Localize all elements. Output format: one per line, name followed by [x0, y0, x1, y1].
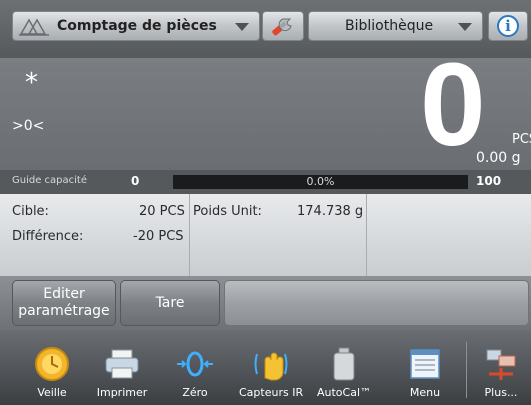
capacity-max: 100 — [476, 174, 502, 188]
difference-label: Différence: — [12, 229, 84, 244]
piece-weight-value: 174.738 g — [297, 204, 364, 219]
nav-zero-label: Zéro — [182, 386, 208, 399]
weight-display: * >0< 0 PCS 0.00 g — [0, 46, 531, 170]
bottom-navigation: Veille Imprimer Zéro Capteurs IR AutoCal… — [0, 330, 531, 405]
nav-more-label: Plus... — [484, 386, 518, 399]
target-label: Cible: — [12, 204, 49, 219]
capacity-guide-label: Guide capacité — [12, 175, 87, 186]
nav-zero[interactable]: Zéro — [163, 336, 227, 404]
edit-settings-label-line1: Editer — [43, 286, 85, 303]
zero-icon — [177, 351, 213, 377]
action-strip: Editer paramétrage Tare — [0, 276, 531, 330]
nav-autocal[interactable]: AutoCal™ — [312, 336, 376, 404]
nav-print-label: Imprimer — [96, 386, 148, 399]
capacity-bar: 0.0% — [173, 175, 468, 189]
nav-ir-sensors[interactable]: Capteurs IR — [239, 336, 303, 404]
nav-divider — [466, 342, 467, 398]
field-divider — [366, 194, 367, 276]
nav-standby[interactable]: Veille — [20, 336, 84, 404]
edit-settings-label: Editer paramétrage — [18, 286, 109, 320]
library-label: Bibliothèque — [345, 18, 434, 34]
nav-autocal-label: AutoCal™ — [316, 386, 372, 399]
ir-sensor-icon — [254, 352, 288, 381]
empty-action-slot — [224, 280, 529, 326]
stability-indicator: * — [25, 68, 38, 98]
nav-print[interactable]: Imprimer — [90, 336, 154, 404]
printer-icon — [105, 349, 139, 379]
standby-icon — [35, 347, 69, 381]
autocal-weight-icon — [333, 347, 355, 381]
reference-fields: Cible: 20 PCS Différence: -20 PCS Poids … — [0, 194, 531, 276]
tare-label: Tare — [155, 294, 185, 311]
nav-ir-sensors-label: Capteurs IR — [239, 386, 304, 399]
edit-settings-label-line2: paramétrage — [18, 303, 110, 319]
more-icon — [486, 349, 516, 380]
field-divider — [189, 194, 190, 276]
main-unit: PCS — [512, 132, 531, 147]
application-name: Comptage de pièces — [57, 18, 217, 34]
capacity-guide: Guide capacité 0 0.0% 100 — [0, 170, 531, 194]
library-selector[interactable]: Bibliothèque — [308, 11, 483, 41]
difference-value: -20 PCS — [133, 229, 184, 244]
target-value: 20 PCS — [139, 204, 185, 219]
tare-button[interactable]: Tare — [120, 280, 220, 326]
edit-settings-button[interactable]: Editer paramétrage — [12, 280, 116, 326]
parts-counting-icon — [19, 18, 49, 36]
center-of-zero-indicator: >0< — [12, 118, 45, 134]
nav-menu-label: Menu — [409, 386, 441, 399]
nav-standby-label: Veille — [37, 386, 67, 399]
wrench-icon — [272, 18, 292, 36]
main-reading: 0 — [420, 39, 486, 171]
nav-more[interactable]: Plus... — [469, 336, 531, 404]
info-button[interactable]: i — [488, 11, 528, 41]
menu-icon — [410, 349, 440, 379]
chevron-down-icon — [458, 23, 472, 31]
nav-menu[interactable]: Menu — [393, 336, 457, 404]
info-icon: i — [497, 15, 519, 37]
secondary-weight: 0.00 g — [476, 150, 521, 166]
chevron-down-icon — [235, 23, 249, 31]
capacity-percent: 0.0% — [306, 175, 335, 188]
piece-weight-label: Poids Unit: — [193, 204, 262, 219]
setup-wrench-button[interactable] — [262, 11, 304, 41]
capacity-min: 0 — [131, 174, 140, 188]
application-selector[interactable]: Comptage de pièces — [12, 11, 260, 41]
